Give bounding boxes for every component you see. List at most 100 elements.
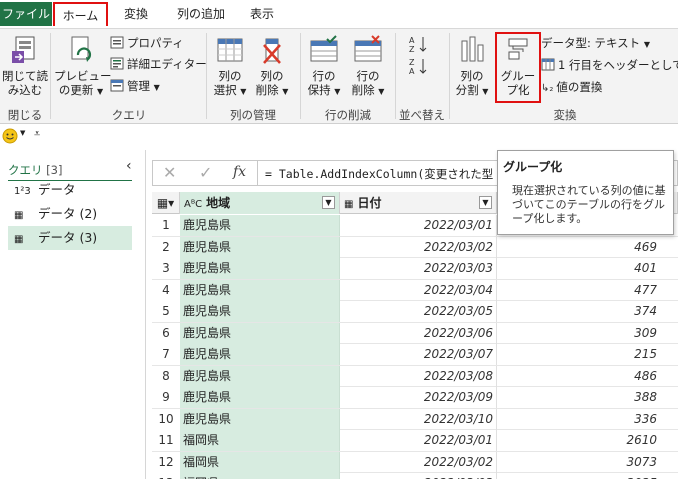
tab-view[interactable]: 表示 bbox=[244, 2, 280, 26]
cell-area[interactable]: 鹿児島県 bbox=[180, 344, 340, 365]
remove-rows-button[interactable]: 行の 削除 ▼ bbox=[348, 35, 388, 99]
row-index[interactable]: 13 bbox=[152, 473, 180, 479]
row-index[interactable]: 10 bbox=[152, 408, 180, 430]
cell-value[interactable]: 486 bbox=[497, 366, 661, 387]
table-row[interactable]: 5 鹿児島県 2022/03/05 374 bbox=[152, 301, 678, 323]
formula-input[interactable]: = Table.AddIndexColumn(変更された型 bbox=[265, 166, 493, 182]
sort-ascending-button[interactable]: A Z bbox=[405, 35, 433, 55]
cell-date[interactable]: 2022/03/03 bbox=[340, 258, 497, 279]
table-row[interactable]: 13福岡県2022/03/033035 bbox=[152, 473, 678, 479]
cell-value[interactable]: 3035 bbox=[497, 473, 661, 479]
cell-date[interactable]: 2022/03/01 bbox=[340, 215, 497, 236]
cell-area[interactable]: 鹿児島県 bbox=[180, 279, 340, 301]
cell-area[interactable]: 鹿児島県 bbox=[180, 365, 340, 387]
cell-area[interactable]: 福岡県 bbox=[180, 473, 340, 479]
row-index[interactable]: 3 bbox=[152, 258, 180, 279]
cell-area[interactable]: 鹿児島県 bbox=[180, 236, 340, 258]
table-row[interactable]: 9 鹿児島県 2022/03/09 388 bbox=[152, 387, 678, 409]
cell-date[interactable]: 2022/03/02 bbox=[340, 451, 497, 473]
cell-value[interactable]: 401 bbox=[497, 258, 661, 279]
properties-button[interactable]: プロパティ bbox=[110, 34, 184, 52]
column-filter-button[interactable]: ▼ bbox=[479, 196, 492, 209]
cell-area[interactable]: 鹿児島県 bbox=[180, 408, 340, 430]
table-menu-icon[interactable]: ▦▾ bbox=[152, 192, 180, 214]
column-header-area[interactable]: AᴮC 地域 ▼ bbox=[180, 192, 340, 214]
tab-file[interactable]: ファイル bbox=[0, 2, 52, 26]
table-row[interactable]: 4 鹿児島県 2022/03/04 477 bbox=[152, 279, 678, 301]
cell-value[interactable]: 3073 bbox=[497, 452, 661, 473]
table-row[interactable]: 6 鹿児島県 2022/03/06 309 bbox=[152, 322, 678, 344]
query-item[interactable]: 1²3 データ bbox=[8, 178, 132, 202]
confirm-formula-icon[interactable]: ✓ bbox=[199, 163, 212, 182]
cell-date[interactable]: 2022/03/06 bbox=[340, 322, 497, 344]
manage-button[interactable]: 管理 ▼ bbox=[110, 77, 160, 95]
tab-home[interactable]: ホーム bbox=[53, 2, 108, 26]
cell-area[interactable]: 鹿児島県 bbox=[180, 215, 340, 236]
column-filter-button[interactable]: ▼ bbox=[322, 196, 335, 209]
cell-value[interactable]: 469 bbox=[497, 237, 661, 258]
cell-date[interactable]: 2022/03/04 bbox=[340, 279, 497, 301]
cell-value[interactable]: 215 bbox=[497, 344, 661, 365]
smiley-icon[interactable] bbox=[2, 128, 18, 144]
cell-date[interactable]: 2022/03/08 bbox=[340, 365, 497, 387]
table-row[interactable]: 7 鹿児島県 2022/03/07 215 bbox=[152, 344, 678, 366]
cell-area[interactable]: 福岡県 bbox=[180, 451, 340, 473]
query-item[interactable]: ▦ データ (2) bbox=[8, 202, 132, 226]
cell-value[interactable]: 374 bbox=[497, 301, 661, 322]
remove-columns-button[interactable]: 列の 削除 ▼ bbox=[252, 35, 292, 99]
row-index[interactable]: 8 bbox=[152, 365, 180, 387]
cell-area[interactable]: 福岡県 bbox=[180, 430, 340, 451]
row-index[interactable]: 4 bbox=[152, 279, 180, 301]
refresh-preview-button[interactable]: プレビュー の更新 ▼ bbox=[54, 35, 112, 99]
use-first-row-as-headers-button[interactable]: 1 行目をヘッダーとして使用 bbox=[541, 56, 678, 74]
row-index[interactable]: 6 bbox=[152, 322, 180, 344]
cell-date[interactable]: 2022/03/09 bbox=[340, 387, 497, 408]
cell-value[interactable]: 2610 bbox=[497, 430, 661, 451]
text-type-icon: AᴮC bbox=[184, 199, 203, 210]
row-index[interactable]: 12 bbox=[152, 451, 180, 473]
ribbon-tabs: ファイル ホーム 変換 列の追加 表示 bbox=[0, 0, 678, 28]
choose-columns-button[interactable]: 列の 選択 ▼ bbox=[210, 35, 250, 99]
query-item-selected[interactable]: ▦ データ (3) bbox=[8, 226, 132, 250]
cell-date[interactable]: 2022/03/05 bbox=[340, 301, 497, 322]
row-index[interactable]: 2 bbox=[152, 236, 180, 258]
table-row[interactable]: 3 鹿児島県 2022/03/03 401 bbox=[152, 258, 678, 280]
row-index[interactable]: 11 bbox=[152, 430, 180, 451]
collapse-pane-icon[interactable]: ‹ bbox=[126, 158, 132, 174]
table-row[interactable]: 12 福岡県 2022/03/02 3073 bbox=[152, 451, 678, 473]
cell-date[interactable]: 2022/03/10 bbox=[340, 408, 497, 430]
cell-area[interactable]: 鹿児島県 bbox=[180, 322, 340, 344]
customize-qat-icon[interactable]: ⩡ bbox=[34, 127, 40, 141]
row-index[interactable]: 9 bbox=[152, 387, 180, 408]
split-column-button[interactable]: 列の 分割 ▼ bbox=[453, 35, 491, 99]
table-row[interactable]: 11 福岡県 2022/03/01 2610 bbox=[152, 430, 678, 452]
cell-value[interactable]: 388 bbox=[497, 387, 661, 408]
cell-value[interactable]: 336 bbox=[497, 409, 661, 430]
cell-value[interactable]: 477 bbox=[497, 280, 661, 301]
cancel-formula-icon[interactable]: ✕ bbox=[163, 163, 176, 182]
replace-values-button[interactable]: ↳₂ 値の置換 bbox=[541, 78, 602, 96]
row-index[interactable]: 5 bbox=[152, 301, 180, 322]
cell-area[interactable]: 鹿児島県 bbox=[180, 258, 340, 279]
cell-value[interactable]: 309 bbox=[497, 323, 661, 344]
advanced-editor-button[interactable]: 詳細エディター bbox=[110, 55, 207, 73]
tab-add-column[interactable]: 列の追加 bbox=[164, 2, 238, 26]
tab-transform[interactable]: 変換 bbox=[115, 2, 157, 26]
sort-descending-button[interactable]: Z A bbox=[405, 57, 433, 77]
keep-rows-button[interactable]: 行の 保持 ▼ bbox=[304, 35, 344, 99]
row-index[interactable]: 7 bbox=[152, 344, 180, 365]
table-row[interactable]: 2 鹿児島県 2022/03/02 469 bbox=[152, 236, 678, 258]
table-row[interactable]: 8 鹿児島県 2022/03/08 486 bbox=[152, 365, 678, 387]
table-row[interactable]: 10 鹿児島県 2022/03/10 336 bbox=[152, 408, 678, 430]
cell-date[interactable]: 2022/03/07 bbox=[340, 344, 497, 365]
row-index[interactable]: 1 bbox=[152, 215, 180, 236]
cell-date[interactable]: 2022/03/01 bbox=[340, 430, 497, 451]
column-header-date[interactable]: ▦ 日付 ▼ bbox=[340, 192, 497, 214]
data-type-dropdown[interactable]: データ型: テキスト ▼ bbox=[541, 34, 650, 52]
cell-date[interactable]: 2022/03/02 bbox=[340, 236, 497, 258]
cell-area[interactable]: 鹿児島県 bbox=[180, 387, 340, 408]
cell-date[interactable]: 2022/03/03 bbox=[340, 473, 497, 479]
close-and-load-button[interactable]: 閉じて読 み込む bbox=[2, 35, 48, 97]
chevron-down-icon[interactable]: ▼ bbox=[20, 129, 25, 137]
cell-area[interactable]: 鹿児島県 bbox=[180, 301, 340, 322]
